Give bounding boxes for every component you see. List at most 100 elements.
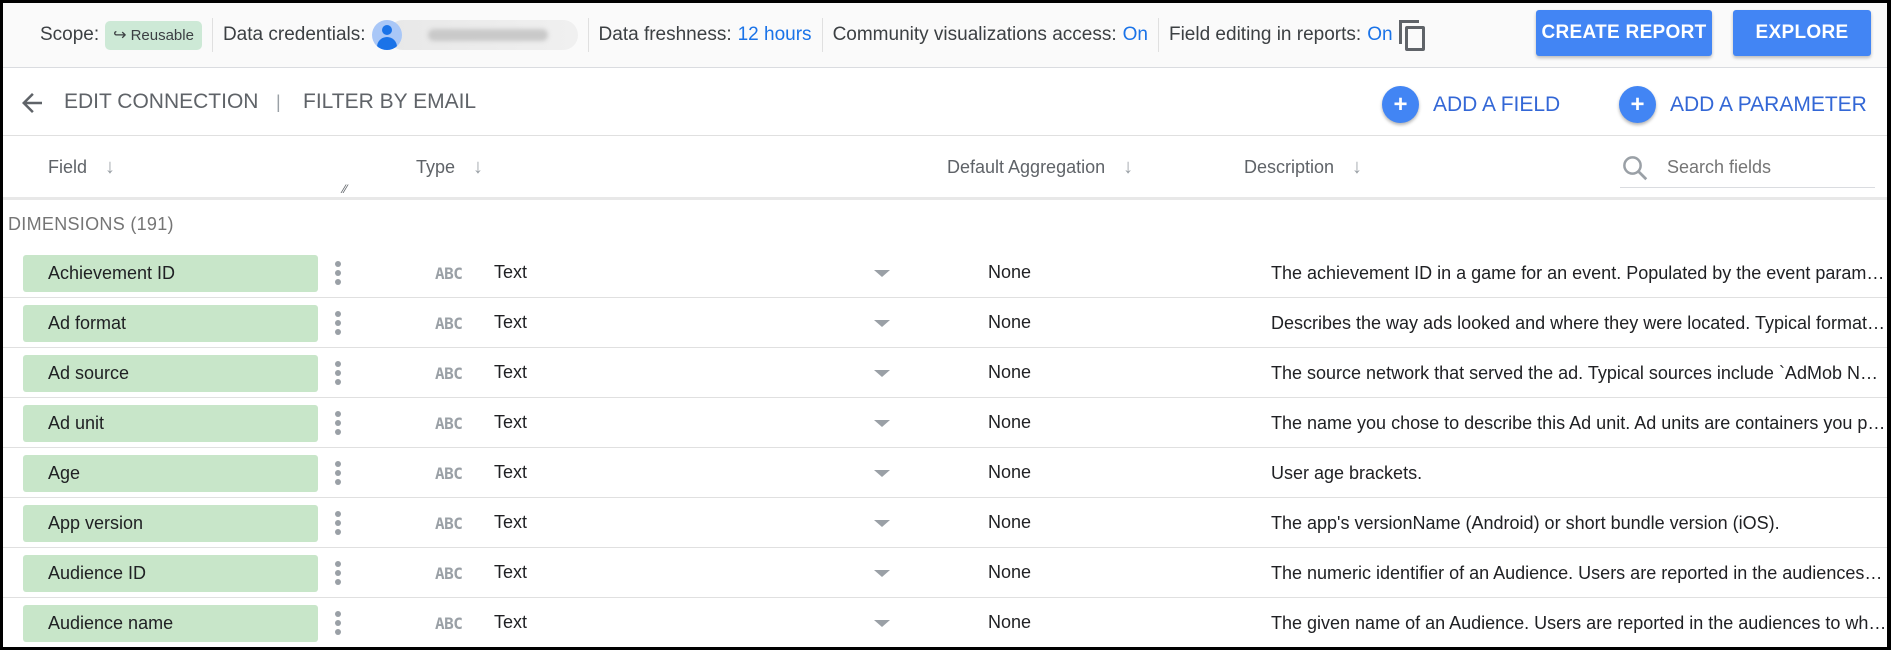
search-fields-input[interactable] [1667, 157, 1857, 178]
text-type-icon: ABC [435, 314, 463, 333]
text-type-icon: ABC [435, 464, 463, 483]
dropdown-arrow-icon[interactable] [874, 520, 890, 527]
field-description[interactable]: User age brackets. [1271, 463, 1887, 484]
data-source-name[interactable]: FILTER BY EMAIL [303, 90, 476, 114]
aggregation-value[interactable]: None [988, 412, 1031, 433]
field-type-value[interactable]: Text [494, 362, 527, 383]
dropdown-arrow-icon[interactable] [874, 420, 890, 427]
field-description[interactable]: Describes the way ads looked and where t… [1271, 313, 1887, 334]
field-description[interactable]: The app's versionName (Android) or short… [1271, 513, 1887, 534]
dropdown-arrow-icon[interactable] [874, 270, 890, 277]
breadcrumb-edit-connection[interactable]: EDIT CONNECTION [64, 90, 258, 114]
more-vert-icon[interactable] [333, 609, 343, 637]
text-type-icon: ABC [435, 514, 463, 533]
dropdown-arrow-icon[interactable] [874, 320, 890, 327]
field-editing-link[interactable]: On [1367, 24, 1392, 46]
sort-arrow-icon[interactable]: ↓ [105, 156, 115, 179]
table-row: Audience name ABC Text None The given na… [3, 598, 1887, 647]
add-parameter-label: ADD A PARAMETER [1670, 92, 1867, 116]
column-aggregation-label: Default Aggregation [947, 157, 1106, 177]
community-viz-setting: Community visualizations access: On [823, 18, 1159, 52]
aggregation-value[interactable]: None [988, 512, 1031, 533]
add-field-label: ADD A FIELD [1433, 92, 1561, 116]
more-vert-icon[interactable] [333, 259, 343, 287]
more-vert-icon[interactable] [333, 459, 343, 487]
plus-icon: + [1619, 86, 1656, 123]
dropdown-arrow-icon[interactable] [874, 570, 890, 577]
column-header-type[interactable]: Type ↓ [416, 156, 483, 179]
plus-icon: + [1382, 86, 1419, 123]
dropdown-arrow-icon[interactable] [874, 470, 890, 477]
aggregation-value[interactable]: None [988, 262, 1031, 283]
table-row: Ad format ABC Text None Describes the wa… [3, 298, 1887, 348]
aggregation-value[interactable]: None [988, 362, 1031, 383]
field-type-value[interactable]: Text [494, 612, 527, 633]
field-type-value[interactable]: Text [494, 262, 527, 283]
scope-label: Scope: [40, 24, 100, 45]
add-parameter-button[interactable]: + ADD A PARAMETER [1619, 86, 1867, 123]
scope-badge[interactable]: ↪ Reusable [105, 20, 202, 50]
freshness-label: Data freshness: [598, 24, 732, 45]
aggregation-value[interactable]: None [988, 562, 1031, 583]
field-type-value[interactable]: Text [494, 562, 527, 583]
create-report-button[interactable]: CREATE REPORT [1536, 10, 1712, 56]
copy-icon[interactable] [1397, 18, 1427, 52]
share-arrow-icon: ↪ [113, 27, 127, 44]
table-row: Age ABC Text None User age brackets. [3, 448, 1887, 498]
back-arrow-icon[interactable] [17, 88, 47, 118]
more-vert-icon[interactable] [333, 509, 343, 537]
more-vert-icon[interactable] [333, 359, 343, 387]
field-type-value[interactable]: Text [494, 462, 527, 483]
scope-value: Reusable [130, 26, 194, 44]
credentials-owner-redacted[interactable] [387, 20, 578, 50]
text-type-icon: ABC [435, 414, 463, 433]
search-icon [1623, 155, 1648, 180]
field-name-chip[interactable]: Achievement ID [23, 255, 318, 292]
community-viz-label: Community visualizations access: [832, 24, 1117, 45]
dimensions-section-title: DIMENSIONS (191) [8, 214, 174, 234]
sort-arrow-icon[interactable]: ↓ [473, 156, 483, 179]
field-name-chip[interactable]: Audience name [23, 605, 318, 642]
field-name-chip[interactable]: Ad source [23, 355, 318, 392]
aggregation-value[interactable]: None [988, 612, 1031, 633]
column-header-field[interactable]: Field ↓ [48, 156, 115, 179]
field-type-value[interactable]: Text [494, 312, 527, 333]
field-description[interactable]: The source network that served the ad. T… [1271, 363, 1887, 384]
search-fields [1620, 148, 1875, 188]
field-description[interactable]: The name you chose to describe this Ad u… [1271, 413, 1887, 434]
add-field-button[interactable]: + ADD A FIELD [1382, 86, 1560, 123]
field-description[interactable]: The achievement ID in a game for an even… [1271, 263, 1887, 284]
user-avatar-icon[interactable] [371, 20, 402, 50]
table-row: Audience ID ABC Text None The numeric id… [3, 548, 1887, 598]
dropdown-arrow-icon[interactable] [874, 620, 890, 627]
field-name-chip[interactable]: Ad format [23, 305, 318, 342]
field-name-chip[interactable]: Age [23, 455, 318, 492]
more-vert-icon[interactable] [333, 409, 343, 437]
community-viz-link[interactable]: On [1123, 24, 1148, 46]
column-type-label: Type [416, 157, 456, 177]
aggregation-value[interactable]: None [988, 462, 1031, 483]
field-description[interactable]: The given name of an Audience. Users are… [1271, 613, 1887, 634]
data-source-editor: Scope: ↪ Reusable Data credentials: Data… [3, 3, 1887, 647]
more-vert-icon[interactable] [333, 559, 343, 587]
field-type-value[interactable]: Text [494, 412, 527, 433]
aggregation-value[interactable]: None [988, 312, 1031, 333]
more-vert-icon[interactable] [333, 309, 343, 337]
field-editing-label: Field editing in reports: [1168, 24, 1362, 45]
field-name-chip[interactable]: Audience ID [23, 555, 318, 592]
explore-button[interactable]: EXPLORE [1733, 10, 1871, 56]
table-header: Field ↓ ⁄⁄ Type ↓ Default Aggregation ↓ … [3, 136, 1887, 200]
freshness-link[interactable]: 12 hours [738, 24, 812, 46]
field-description[interactable]: The numeric identifier of an Audience. U… [1271, 563, 1887, 584]
column-header-description[interactable]: Description ↓ [1244, 156, 1362, 179]
dropdown-arrow-icon[interactable] [874, 370, 890, 377]
column-header-aggregation[interactable]: Default Aggregation ↓ [947, 156, 1133, 179]
field-editing-setting: Field editing in reports: On [1159, 18, 1437, 52]
text-type-icon: ABC [435, 364, 463, 383]
sort-arrow-icon[interactable]: ↓ [1352, 156, 1362, 179]
field-name-chip[interactable]: App version [23, 505, 318, 542]
sort-arrow-icon[interactable]: ↓ [1123, 156, 1133, 179]
column-resize-handle[interactable]: ⁄⁄ [343, 182, 347, 196]
field-name-chip[interactable]: Ad unit [23, 405, 318, 442]
field-type-value[interactable]: Text [494, 512, 527, 533]
